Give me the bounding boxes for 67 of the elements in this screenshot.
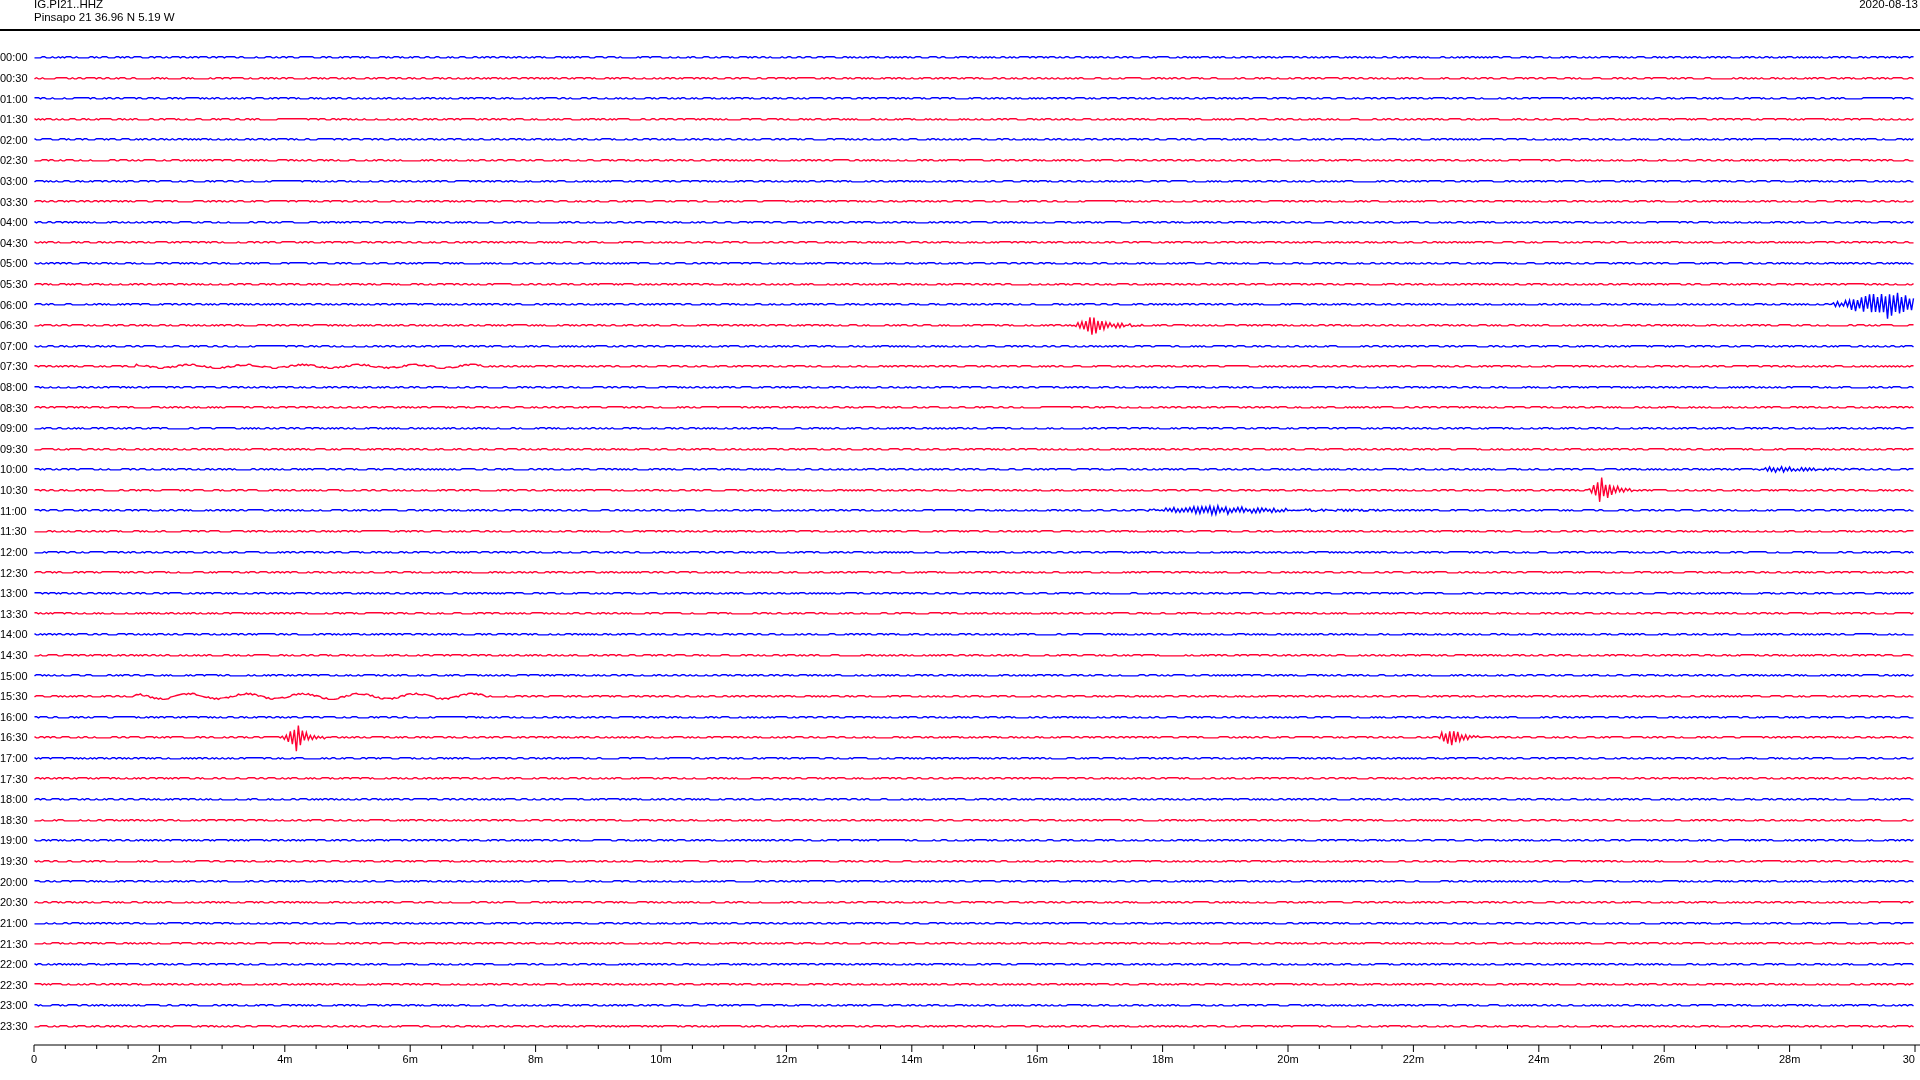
hour-label: 03:30 (0, 195, 29, 208)
tick-label: 26m (1653, 1053, 1675, 1065)
hour-label: 16:30 (0, 731, 29, 744)
hour-label: 07:00 (0, 339, 29, 352)
hour-label: 15:00 (0, 669, 29, 682)
hour-label: 13:00 (0, 587, 29, 600)
hour-label: 22:00 (0, 958, 29, 971)
tick-label: 24m (1528, 1053, 1550, 1065)
hour-label: 10:30 (0, 484, 29, 497)
hour-label: 12:00 (0, 545, 29, 558)
hour-label: 11:30 (0, 525, 28, 538)
tick-label: 16m (1026, 1053, 1048, 1065)
hour-label: 22:30 (0, 978, 29, 991)
hour-label: 00:30 (0, 71, 29, 84)
plot-date: 2020-08-13 (1859, 0, 1919, 12)
hour-label: 06:30 (0, 319, 29, 332)
hour-label: 16:00 (0, 710, 29, 723)
hour-label: 21:30 (0, 937, 29, 950)
tick-label: 8m (527, 1053, 544, 1065)
hour-label: 23:30 (0, 1019, 29, 1032)
hour-label: 12:30 (0, 566, 29, 579)
hour-label: 06:00 (0, 298, 29, 311)
hour-label: 05:30 (0, 278, 29, 290)
hour-label: 14:30 (0, 648, 29, 661)
hour-label: 09:00 (0, 422, 29, 435)
hour-label: 10:00 (0, 463, 29, 476)
hour-label: 02:00 (0, 133, 29, 146)
hour-label: 01:00 (0, 92, 29, 105)
hour-label: 11:00 (0, 504, 28, 517)
hour-label: 20:30 (0, 896, 29, 909)
tick-label: 10m (650, 1053, 672, 1065)
hour-label: 18:00 (0, 793, 29, 806)
hour-label: 02:30 (0, 154, 29, 167)
hour-label: 13:30 (0, 607, 29, 620)
hour-label: 08:00 (0, 381, 29, 394)
hour-label: 03:00 (0, 174, 29, 187)
hour-label: 04:30 (0, 236, 29, 249)
tick-label: 14m (901, 1053, 923, 1065)
hour-label: 19:00 (0, 834, 29, 847)
hour-label: 05:00 (0, 257, 29, 270)
tick-label: 30 (1902, 1053, 1915, 1065)
tick-label: 22m (1402, 1053, 1425, 1065)
station-location: Pinsapo 21 36.96 N 5.19 W (34, 11, 175, 24)
hour-label: 19:30 (0, 855, 29, 868)
hour-label: 04:00 (0, 216, 29, 229)
tick-label: 12m (775, 1053, 798, 1065)
hour-label: 17:00 (0, 752, 29, 764)
hour-label: 00:00 (0, 51, 29, 64)
hour-label: 15:30 (0, 690, 29, 703)
hour-label: 09:30 (0, 442, 29, 455)
hour-label: 23:00 (0, 999, 29, 1012)
tick-label: 28m (1778, 1053, 1801, 1065)
tick-label: 0 (31, 1053, 38, 1065)
hour-label: 01:30 (0, 113, 29, 126)
hour-label: 14:00 (0, 628, 29, 641)
tick-label: 6m (402, 1053, 418, 1065)
hour-label: 07:30 (0, 360, 29, 373)
hour-label: 20:00 (0, 875, 29, 888)
tick-label: 2m (151, 1053, 168, 1065)
hour-label: 08:30 (0, 401, 29, 414)
hour-label: 18:30 (0, 813, 29, 826)
tick-label: 4m (277, 1053, 293, 1065)
tick-label: 18m (1151, 1053, 1174, 1065)
hour-label: 21:00 (0, 916, 29, 929)
hour-label: 17:30 (0, 772, 29, 785)
tick-label: 20m (1277, 1053, 1299, 1065)
station-code: IG.PI21..HHZ (34, 0, 105, 11)
